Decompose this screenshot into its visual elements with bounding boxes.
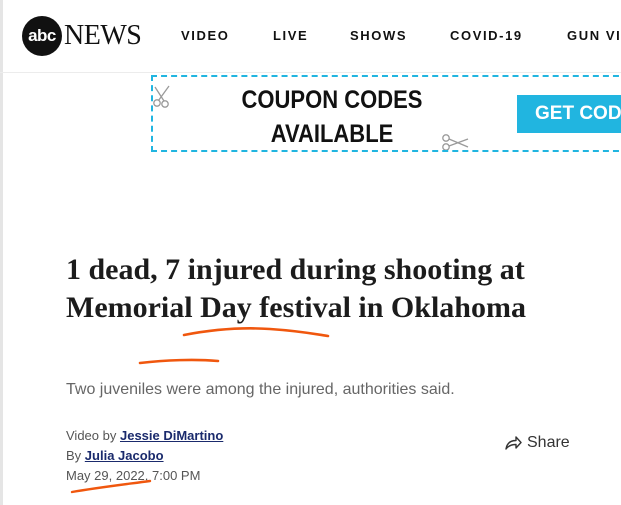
scissors-icon bbox=[442, 134, 469, 150]
author-byline: By Julia Jacobo bbox=[66, 448, 164, 463]
article-headline: 1 dead, 7 injured during shooting at Mem… bbox=[66, 253, 526, 324]
publish-timestamp: May 29, 2022, 7:00 PM bbox=[66, 468, 200, 483]
underline-memorial-day bbox=[182, 327, 330, 338]
by-prefix: By bbox=[66, 448, 82, 463]
main-nav: VIDEO LIVE SHOWS COVID-19 GUN VI bbox=[0, 28, 621, 48]
coupon-ad-banner[interactable]: COUPON CODES AVAILABLE GET CODE bbox=[151, 75, 621, 152]
nav-item-live[interactable]: LIVE bbox=[273, 28, 308, 43]
publish-date: May 29, 2022 bbox=[66, 468, 145, 483]
nav-item-shows[interactable]: SHOWS bbox=[350, 28, 407, 43]
publish-time: , 7:00 PM bbox=[144, 468, 201, 483]
share-arrow-icon bbox=[505, 436, 522, 450]
site-header: abc NEWS VIDEO LIVE SHOWS COVID-19 GUN V… bbox=[0, 0, 621, 73]
browser-edge bbox=[0, 0, 3, 505]
video-byline: Video by Jessie DiMartino bbox=[66, 428, 223, 443]
get-code-button[interactable]: GET CODE bbox=[517, 95, 621, 133]
share-label: Share bbox=[527, 434, 570, 451]
article-subheadline: Two juveniles were among the injured, au… bbox=[66, 381, 455, 398]
video-by-prefix: Video by bbox=[66, 428, 117, 443]
coupon-ad-text: COUPON CODES AVAILABLE bbox=[241, 86, 423, 148]
nav-item-covid-19[interactable]: COVID-19 bbox=[450, 28, 523, 43]
nav-item-gun-violence[interactable]: GUN VI bbox=[567, 28, 621, 43]
scissors-icon bbox=[153, 85, 170, 108]
video-author-link[interactable]: Jessie DiMartino bbox=[120, 428, 223, 443]
nav-item-video[interactable]: VIDEO bbox=[181, 28, 229, 43]
author-link[interactable]: Julia Jacobo bbox=[85, 448, 164, 463]
share-button[interactable]: Share bbox=[504, 434, 570, 452]
underline-oklahoma bbox=[138, 358, 220, 365]
